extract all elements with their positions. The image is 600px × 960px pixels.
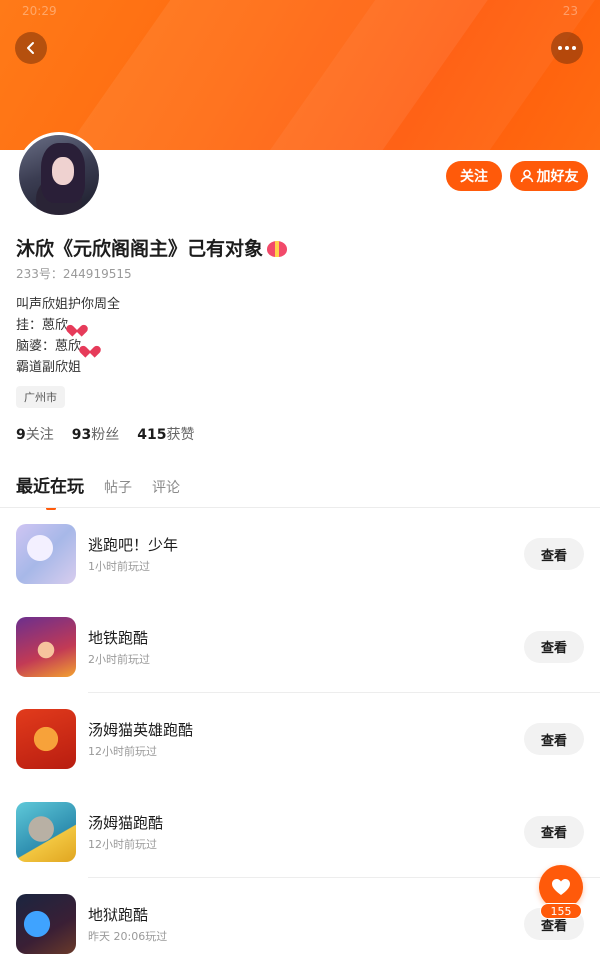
profile-tabs: 最近在玩 帖子 评论: [16, 472, 180, 510]
bio-line: 霸道副欣姐: [16, 360, 82, 375]
bio: 叫声欣姐护你周全 挂：蒽欣 脑婆：蒽欣 霸道副欣姐: [16, 294, 120, 378]
game-played-time: 2小时前玩过: [88, 652, 150, 666]
recent-games-list: 逃跑吧！少年 1小时前玩过 查看 地铁跑酷 2小时前玩过 查看 汤姆猫英雄跑酷 …: [0, 508, 600, 960]
game-title: 地铁跑酷: [88, 628, 149, 647]
game-title: 地狱跑酷: [88, 906, 149, 924]
favorite-count: 155: [540, 903, 582, 919]
list-item[interactable]: 汤姆猫跑酷 12小时前玩过 查看: [0, 786, 600, 878]
profile-banner: 20:29 23: [0, 0, 600, 150]
back-button[interactable]: [15, 32, 47, 64]
tab-comments[interactable]: 评论: [152, 477, 180, 497]
gift-heart-icon: [267, 239, 288, 257]
view-button[interactable]: 查看: [524, 815, 584, 848]
status-time: 20:29: [22, 4, 57, 18]
stat-likes: 415获赞: [137, 427, 195, 443]
more-dots-icon: [558, 46, 576, 50]
game-icon: [16, 616, 76, 677]
bio-line: 挂：蒽欣: [16, 315, 120, 336]
status-battery: 23: [562, 4, 578, 18]
user-add-icon: [520, 169, 533, 183]
game-played-time: 12小时前玩过: [88, 837, 157, 851]
game-title: 逃跑吧！少年: [88, 536, 179, 554]
game-icon: [16, 524, 76, 584]
game-icon: [16, 709, 76, 769]
add-friend-button[interactable]: 加好友: [510, 161, 588, 191]
game-icon: [16, 801, 76, 862]
view-button[interactable]: 查看: [524, 723, 584, 755]
user-id: 233号：244919515: [16, 267, 132, 281]
location-tag: 广州市: [16, 386, 65, 408]
profile-stats: 9关注 93粉丝 415获赞: [16, 424, 194, 444]
follow-button[interactable]: 关注: [446, 161, 502, 191]
list-item[interactable]: 地狱跑酷 昨天 20:06玩过 查看: [0, 878, 600, 960]
more-button[interactable]: [551, 32, 583, 64]
list-item[interactable]: 逃跑吧！少年 1小时前玩过 查看: [0, 508, 600, 601]
bio-line: 脑婆：蒽欣: [16, 336, 120, 357]
view-button[interactable]: 查看: [524, 630, 584, 663]
game-title: 汤姆猫跑酷: [88, 813, 164, 832]
view-button[interactable]: 查看: [524, 538, 584, 570]
heart-icon: [70, 320, 84, 332]
tab-recent-played[interactable]: 最近在玩: [16, 472, 84, 510]
profile-name-row: 沐欣《元欣阁阁主》己有对象: [16, 234, 288, 261]
stat-fans[interactable]: 93粉丝: [72, 424, 119, 444]
game-title: 汤姆猫英雄跑酷: [88, 721, 194, 739]
game-played-time: 昨天 20:06玩过: [88, 930, 168, 943]
add-friend-label: 加好友: [536, 169, 579, 185]
follow-label: 关注: [460, 169, 488, 185]
profile-name: 沐欣《元欣阁阁主》己有对象: [16, 238, 264, 260]
heart-icon: [552, 879, 570, 895]
tab-posts[interactable]: 帖子: [104, 477, 132, 497]
status-bar: 20:29 23: [22, 4, 578, 22]
game-played-time: 1小时前玩过: [88, 560, 150, 573]
list-item[interactable]: 汤姆猫英雄跑酷 12小时前玩过 查看: [0, 693, 600, 786]
list-item[interactable]: 地铁跑酷 2小时前玩过 查看: [0, 601, 600, 693]
heart-icon: [83, 341, 97, 353]
game-played-time: 12小时前玩过: [88, 745, 157, 758]
bio-line: 叫声欣姐护你周全: [16, 297, 121, 312]
chevron-left-icon: [27, 42, 34, 54]
avatar[interactable]: [16, 132, 102, 218]
stat-following[interactable]: 9关注: [16, 424, 54, 444]
game-icon: [16, 894, 76, 954]
